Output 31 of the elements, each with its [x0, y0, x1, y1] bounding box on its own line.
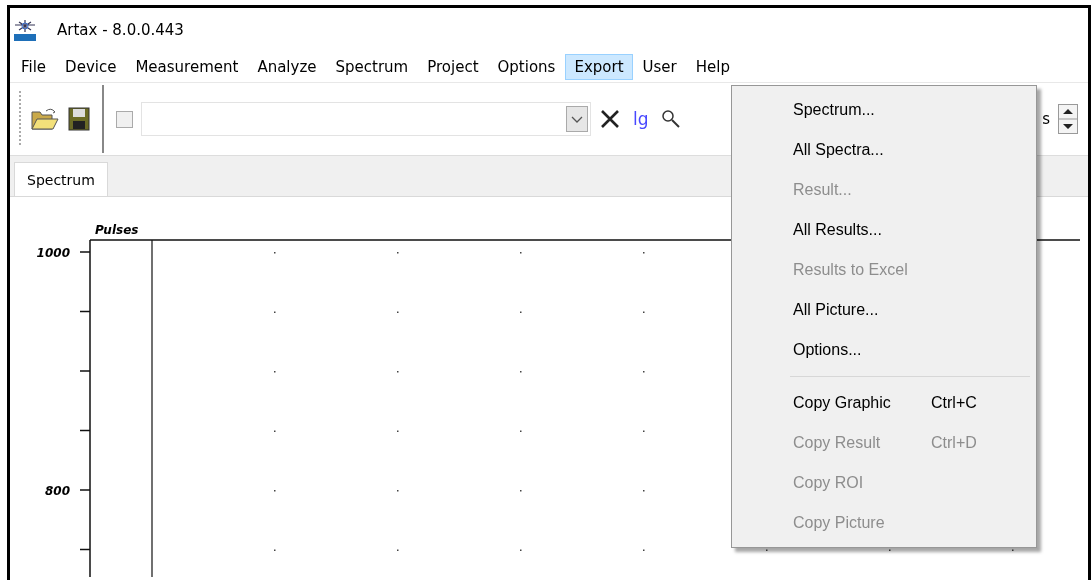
menu-item[interactable]: Spectrum...: [732, 90, 1036, 130]
menu-item[interactable]: File: [12, 54, 56, 80]
open-folder-icon[interactable]: [30, 106, 60, 132]
axis-title: Pulses: [95, 223, 139, 237]
window-title: Artax - 8.0.0.443: [57, 21, 184, 39]
menu-item[interactable]: Options...: [732, 330, 1036, 370]
menu-item[interactable]: Options: [488, 54, 565, 80]
menu-item[interactable]: All Picture...: [732, 290, 1036, 330]
menu-item[interactable]: Spectrum: [326, 54, 418, 80]
menu-item[interactable]: Help: [686, 54, 739, 80]
log-scale-button[interactable]: lg: [629, 109, 653, 129]
search-icon[interactable]: [660, 109, 681, 129]
menu-item[interactable]: All Spectra...: [732, 130, 1036, 170]
menu-item[interactable]: Analyze: [248, 54, 326, 80]
axis-label: 1000: [36, 246, 70, 260]
axis-label: 800: [44, 484, 70, 498]
spinner-icon[interactable]: [1058, 104, 1078, 134]
menu-item[interactable]: Device: [56, 54, 126, 80]
menu-item[interactable]: Measurement: [126, 54, 248, 80]
menu-item[interactable]: User: [633, 54, 686, 80]
menu-item[interactable]: Project: [418, 54, 488, 80]
toolbar-label: s: [1042, 110, 1050, 128]
save-icon[interactable]: [68, 107, 90, 131]
toolbar-grip[interactable]: [18, 91, 22, 147]
close-icon[interactable]: [599, 108, 621, 130]
checkbox[interactable]: [116, 110, 133, 128]
tab[interactable]: Spectrum: [14, 162, 108, 196]
menu-item[interactable]: Copy Graphic Ctrl+C: [732, 383, 1036, 423]
menu-item[interactable]: All Results...: [732, 210, 1036, 250]
app-icon: [13, 18, 37, 42]
menu-item[interactable]: Export: [565, 54, 633, 80]
